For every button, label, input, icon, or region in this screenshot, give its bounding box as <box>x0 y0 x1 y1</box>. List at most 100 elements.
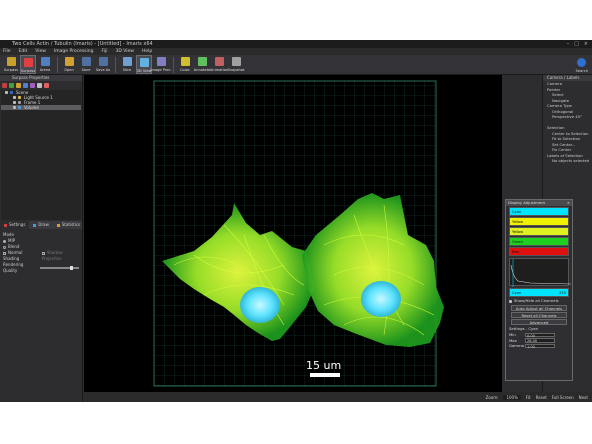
channel-bar[interactable]: Cyan <box>509 207 569 216</box>
toolbar-button-surpass[interactable]: Surpass <box>20 55 36 74</box>
toolbar-icon <box>180 57 190 66</box>
reset-channels-button[interactable]: Reset all Channels <box>511 312 567 318</box>
title-bar: Two Cells Actin / Tubulin (Imaris) - [Un… <box>0 40 592 48</box>
toolbar-button-label: Coloc <box>180 68 190 72</box>
selected-channel-name: Cyan <box>512 290 522 295</box>
menu-image-processing[interactable]: Image Processing <box>54 49 94 54</box>
volume-settings: Mode MIP Blend Normal Shading Shadow Pro… <box>0 229 82 277</box>
next-button[interactable]: Next <box>579 395 588 400</box>
field-value[interactable]: 0.00 <box>525 332 555 338</box>
toolbar-button-label: Image Proc. <box>150 68 172 72</box>
selected-channel-bar[interactable]: Cyan 255 <box>509 288 569 297</box>
close-icon[interactable]: × <box>567 200 570 206</box>
radio-checked[interactable] <box>3 239 6 243</box>
toolbar-button-snapshot[interactable]: Snapshot <box>228 55 244 74</box>
channel-name: Cyan <box>512 209 522 214</box>
menu-file[interactable]: File <box>3 49 11 54</box>
toolbar-button-label: Snapshot <box>227 68 245 72</box>
rendering-quality-slider[interactable] <box>40 266 79 270</box>
menu-3d-view[interactable]: 3D View <box>116 49 134 54</box>
visibility-checkbox[interactable] <box>13 101 16 104</box>
toolbar-icon <box>6 57 16 66</box>
add-spots-icon[interactable] <box>2 83 7 88</box>
minimize-button[interactable]: – <box>567 41 570 47</box>
tab-draw[interactable]: Draw <box>29 221 52 229</box>
toolbar-button-label: Surpass <box>3 68 19 72</box>
draw-tab-icon <box>33 223 37 227</box>
add-measurement-icon[interactable] <box>37 83 42 88</box>
toolbar-button-coloc[interactable]: Coloc <box>177 55 193 74</box>
radio[interactable] <box>3 245 6 249</box>
left-nucleus <box>240 287 280 323</box>
add-surfaces-icon[interactable] <box>9 83 14 88</box>
menu-edit[interactable]: Edit <box>19 49 28 54</box>
toolbar-button-open[interactable]: Open <box>61 55 77 74</box>
close-button[interactable]: × <box>584 41 588 47</box>
window-controls: – □ × <box>567 41 588 47</box>
camera-option[interactable]: No objects selected <box>543 158 592 164</box>
add-filaments-icon[interactable] <box>16 83 21 88</box>
mode-blend-label: Blend <box>8 244 20 249</box>
add-cells-icon[interactable] <box>23 83 28 88</box>
menu-help[interactable]: Help <box>142 49 152 54</box>
toolbar-button-image-proc-[interactable]: Image Proc. <box>150 55 172 74</box>
auto-adjust-button[interactable]: Auto Adjust all Channels <box>511 305 567 311</box>
zoom-value[interactable]: 100% <box>503 394 521 400</box>
histogram[interactable] <box>509 258 572 287</box>
histogram-curve <box>510 259 572 287</box>
checkbox-checked[interactable] <box>509 299 512 303</box>
slider-handle[interactable] <box>70 266 74 270</box>
field-value[interactable]: 1.00 <box>525 343 555 349</box>
3d-viewport[interactable]: 15 um <box>84 75 502 392</box>
maximize-button[interactable]: □ <box>574 41 579 47</box>
tree-item[interactable]: Volume <box>1 105 81 110</box>
visibility-checkbox[interactable] <box>5 91 8 94</box>
full-screen-button[interactable]: Full Screen <box>552 395 574 400</box>
tab-draw-label: Draw <box>38 222 49 227</box>
field-value[interactable]: 28.00 <box>525 338 555 343</box>
toolbar-button-save-as[interactable]: Save As <box>95 55 111 74</box>
scene-tree: Scene Light Source 1 Frame 1 Volume <box>1 90 81 220</box>
toolbar-icon <box>40 57 50 66</box>
channel-bar[interactable]: Green <box>509 237 569 246</box>
checkbox[interactable] <box>3 251 6 255</box>
toolbar-icon <box>197 57 207 66</box>
channel-bar[interactable]: Yellow <box>509 227 569 236</box>
right-nucleus <box>361 281 401 317</box>
main-toolbar: Surpass Surpass Arena Open Save Save As Slice 3… <box>0 55 592 75</box>
search-button[interactable]: Search <box>576 56 588 73</box>
reset-button[interactable]: Reset <box>536 395 547 400</box>
tab-statistics-label: Statistics <box>61 222 81 227</box>
add-clipping-plane-icon[interactable] <box>30 83 35 88</box>
fit-button[interactable]: Fit <box>526 395 531 400</box>
toolbar-button-slice[interactable]: Slice <box>119 55 135 74</box>
visibility-checkbox[interactable] <box>13 96 16 99</box>
channel-bar[interactable]: Red <box>509 247 569 256</box>
delete-icon[interactable] <box>44 83 49 88</box>
menu-fiji[interactable]: Fiji <box>102 49 108 54</box>
normal-shading[interactable]: Normal Shading <box>3 250 36 262</box>
toolbar-icon <box>214 57 224 66</box>
toolbar-separator <box>57 57 58 73</box>
tab-settings[interactable]: Settings <box>0 221 30 229</box>
toolbar-button-annotate[interactable]: Annotate <box>194 55 210 74</box>
toolbar-icon <box>122 57 132 66</box>
checkbox[interactable] <box>41 251 45 255</box>
tab-settings-label: Settings <box>9 222 26 227</box>
channel-bar[interactable]: Yellow <box>509 217 569 226</box>
toolbar-button-arena[interactable]: Arena <box>37 55 53 74</box>
visibility-checkbox[interactable] <box>13 106 16 109</box>
search-icon <box>577 58 587 67</box>
settings-field: Gamma 1.00 <box>506 343 572 349</box>
tab-statistics[interactable]: Statistics <box>53 221 84 229</box>
shadow-projection[interactable]: Shadow Projection <box>41 250 79 262</box>
toolbar-button-save[interactable]: Save <box>78 55 94 74</box>
field-label: Max <box>509 337 517 343</box>
advanced-button[interactable]: Advanced <box>511 319 567 325</box>
menu-view[interactable]: View <box>35 49 46 54</box>
toolbar-separator <box>173 57 174 73</box>
toolbar-button-animation[interactable]: Animation <box>209 55 229 74</box>
toolbar-button-surpass[interactable]: Surpass <box>3 55 19 74</box>
show-hide-all[interactable]: Show/Hide all Channels <box>506 298 572 304</box>
toolbar-button-label: Animation <box>209 68 229 72</box>
